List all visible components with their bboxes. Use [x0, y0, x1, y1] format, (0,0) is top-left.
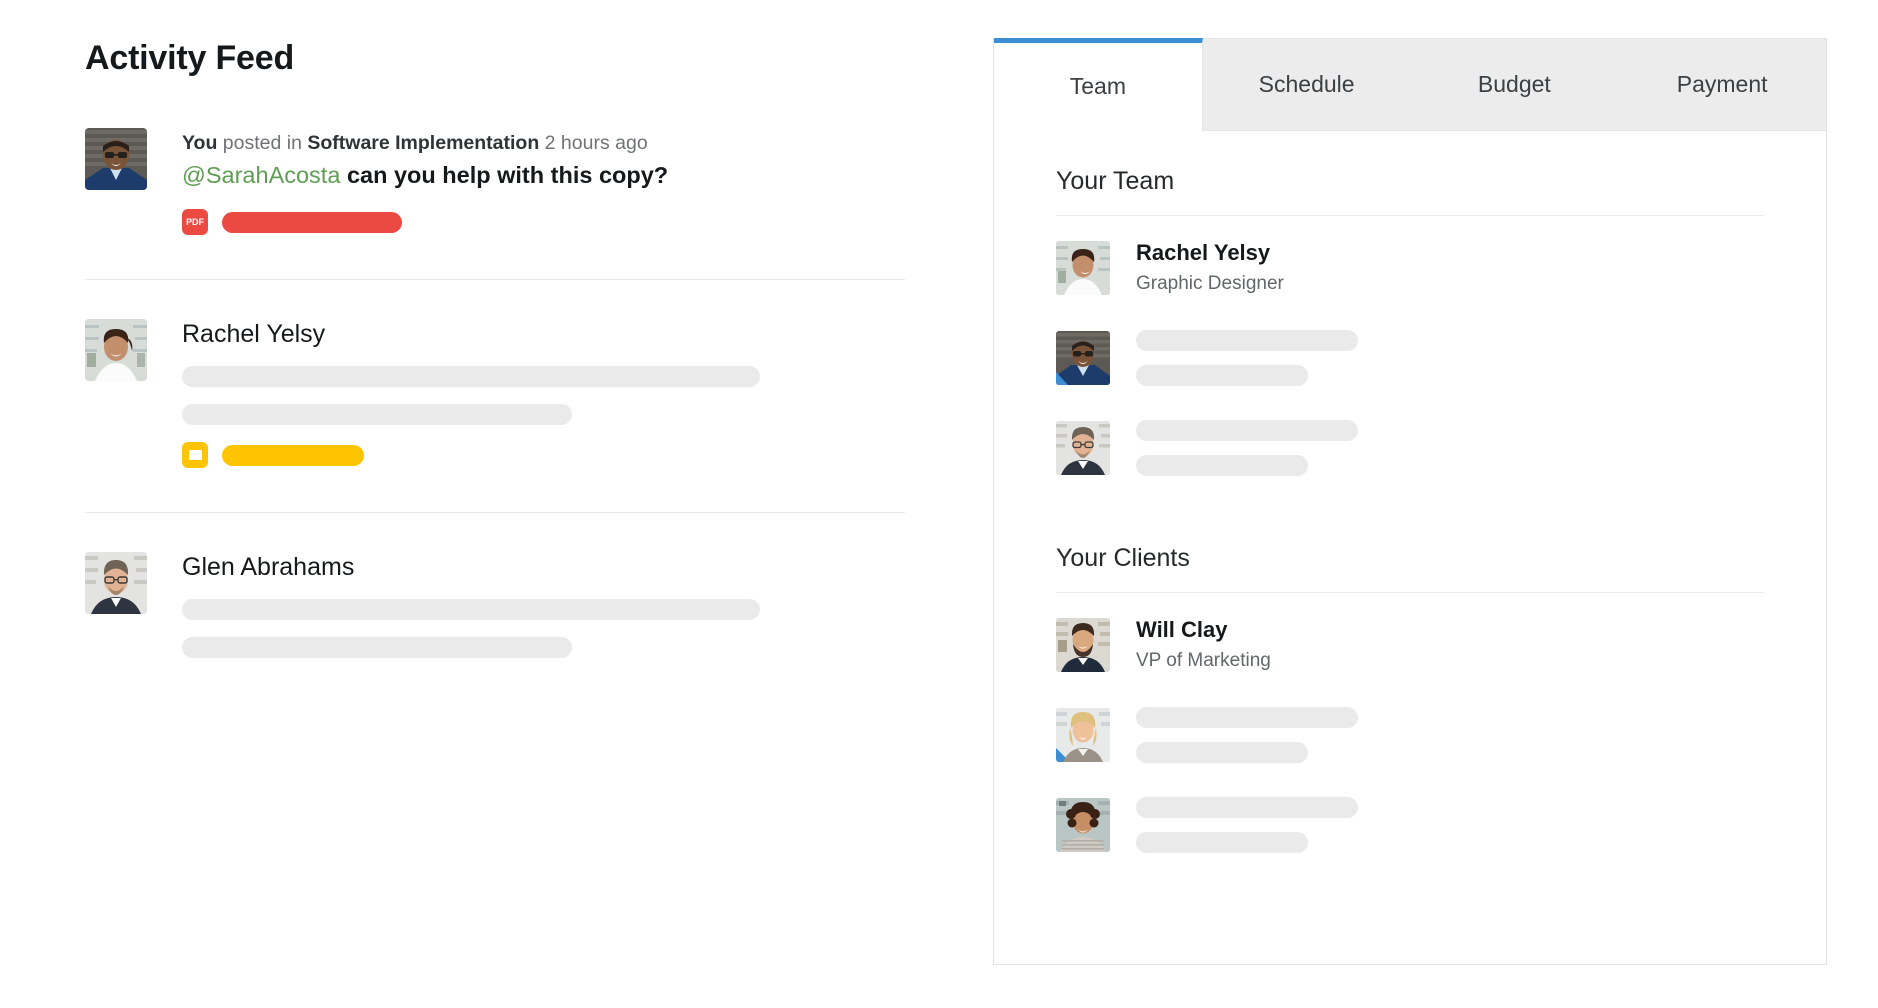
- mention-link[interactable]: @SarahAcosta: [182, 162, 340, 188]
- post-body: @SarahAcosta can you help with this copy…: [182, 158, 910, 192]
- avatar: [1056, 708, 1110, 762]
- list-item[interactable]: Rachel Yelsy: [85, 319, 910, 468]
- project-detail-panel: Team Schedule Budget Payment Your Team: [993, 38, 1827, 965]
- document-file-icon[interactable]: [182, 442, 208, 468]
- avatar: [1056, 241, 1110, 295]
- avatar: [1056, 618, 1110, 672]
- avatar: [85, 128, 147, 190]
- list-item[interactable]: [1056, 697, 1764, 773]
- text-placeholder: [182, 366, 760, 387]
- document-glyph: [189, 450, 202, 460]
- text-placeholder: [182, 404, 572, 425]
- list-item[interactable]: You posted in Software Implementation 2 …: [85, 128, 910, 235]
- panel-tabbar: Team Schedule Budget Payment: [994, 38, 1826, 131]
- post-actor: You: [182, 132, 217, 154]
- list-item-name[interactable]: Glen Abrahams: [182, 552, 910, 582]
- group-your-clients: Your Clients: [1056, 508, 1764, 863]
- list-item[interactable]: Glen Abrahams: [85, 552, 910, 658]
- attachment-row[interactable]: [182, 442, 910, 468]
- tab-label: Budget: [1478, 71, 1551, 98]
- avatar: [1056, 331, 1110, 385]
- list-item[interactable]: Rachel Yelsy Graphic Designer: [1056, 230, 1764, 306]
- person-text-placeholder: [1136, 797, 1358, 853]
- list-item[interactable]: [1056, 320, 1764, 396]
- text-placeholder: [1136, 832, 1308, 853]
- person-text-placeholder: [1136, 330, 1358, 386]
- text-placeholder: [1136, 420, 1358, 441]
- person-text: Will Clay VP of Marketing: [1136, 617, 1271, 673]
- text-placeholder: [1136, 330, 1358, 351]
- tab-label: Team: [1070, 73, 1126, 100]
- person-text-placeholder: [1136, 420, 1358, 476]
- attachment-name-placeholder: [222, 212, 402, 233]
- tab-team[interactable]: Team: [994, 38, 1203, 131]
- post-timestamp: 2 hours ago: [539, 132, 647, 154]
- pdf-badge-label: PDF: [186, 218, 204, 227]
- pdf-file-icon[interactable]: PDF: [182, 209, 208, 235]
- post-meta: You posted in Software Implementation 2 …: [182, 128, 910, 158]
- person-name: Will Clay: [1136, 617, 1271, 643]
- text-placeholder: [1136, 742, 1308, 763]
- avatar: [85, 552, 147, 614]
- list-item[interactable]: [1056, 410, 1764, 486]
- list-item[interactable]: Will Clay VP of Marketing: [1056, 607, 1764, 683]
- tab-payment[interactable]: Payment: [1618, 38, 1826, 130]
- divider: [85, 512, 905, 513]
- person-role: Graphic Designer: [1136, 272, 1284, 296]
- person-name: Rachel Yelsy: [1136, 240, 1284, 266]
- list-item[interactable]: [1056, 787, 1764, 863]
- activity-feed-section: Activity Feed You posted: [85, 40, 910, 658]
- person-text: Rachel Yelsy Graphic Designer: [1136, 240, 1284, 296]
- group-heading: Your Team: [1056, 131, 1764, 201]
- post-body-text: can you help with this copy?: [340, 162, 668, 188]
- text-placeholder: [1136, 455, 1308, 476]
- tab-schedule[interactable]: Schedule: [1203, 38, 1411, 130]
- attachment-row[interactable]: PDF: [182, 209, 910, 235]
- person-text-placeholder: [1136, 707, 1358, 763]
- text-placeholder: [182, 637, 572, 658]
- tab-budget[interactable]: Budget: [1411, 38, 1619, 130]
- attachment-name-placeholder: [222, 445, 364, 466]
- avatar: [85, 319, 147, 381]
- person-role: VP of Marketing: [1136, 649, 1271, 673]
- avatar: [1056, 421, 1110, 475]
- text-placeholder: [1136, 365, 1308, 386]
- panel-body: Your Team Rachel Yelsy Gr: [994, 131, 1826, 863]
- group-heading: Your Clients: [1056, 508, 1764, 578]
- post-meta-mid: posted in: [217, 132, 307, 154]
- tab-label: Payment: [1677, 71, 1768, 98]
- group-your-team: Your Team Rachel Yelsy Gr: [1056, 131, 1764, 486]
- tab-label: Schedule: [1259, 71, 1355, 98]
- text-placeholder: [1136, 797, 1358, 818]
- text-placeholder: [1136, 707, 1358, 728]
- post-project[interactable]: Software Implementation: [307, 132, 539, 154]
- avatar: [1056, 798, 1110, 852]
- divider: [1056, 592, 1764, 593]
- list-item-name[interactable]: Rachel Yelsy: [182, 319, 910, 349]
- page-title: Activity Feed: [85, 40, 910, 77]
- divider: [1056, 215, 1764, 216]
- text-placeholder: [182, 599, 760, 620]
- divider: [85, 279, 905, 280]
